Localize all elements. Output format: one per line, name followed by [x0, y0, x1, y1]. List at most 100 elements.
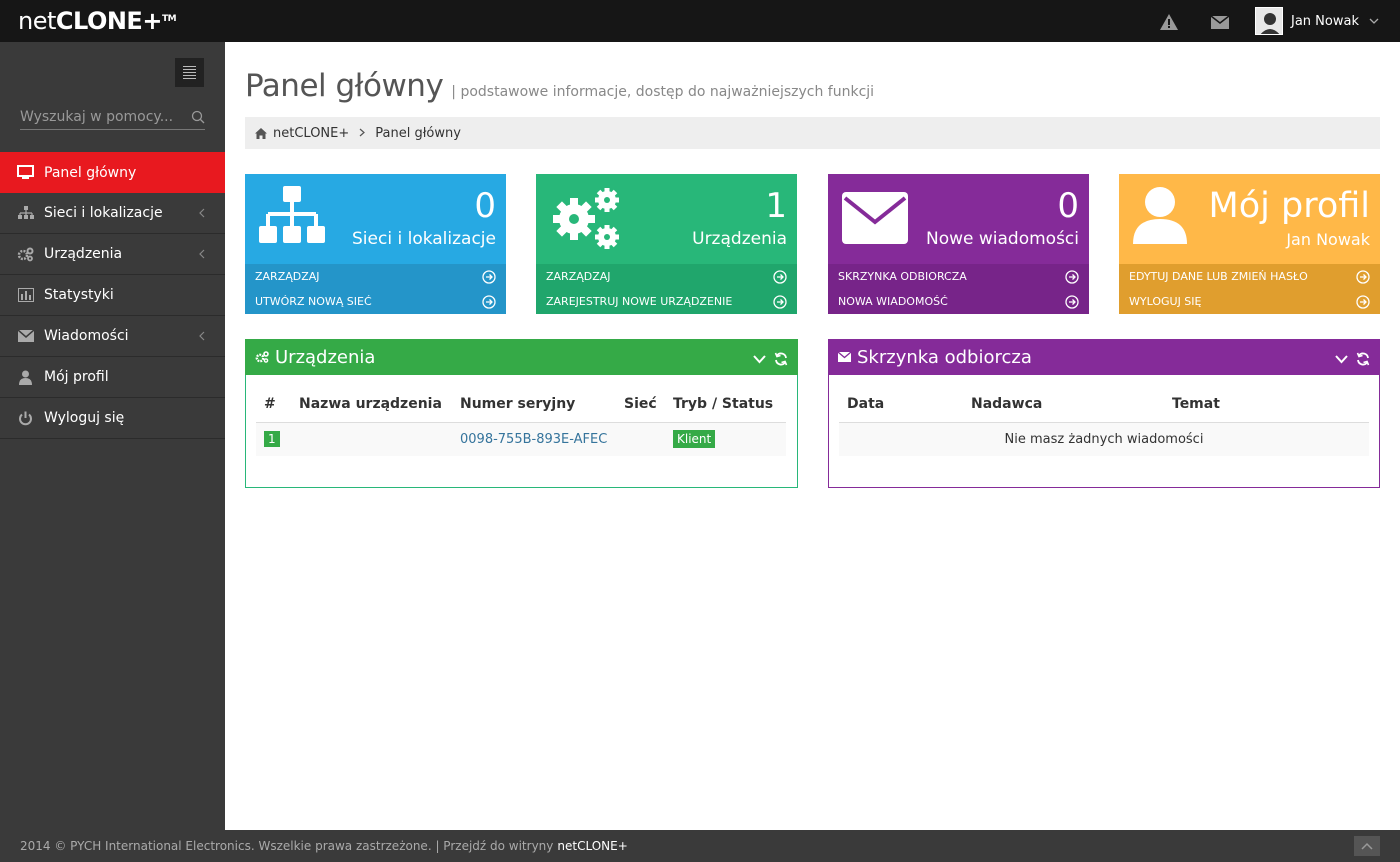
- column-header: Numer seryjny: [452, 387, 616, 423]
- tile-profile-username: Jan Nowak: [1286, 230, 1370, 249]
- manage-devices-link[interactable]: ZARZĄDZAJ: [536, 264, 797, 289]
- sidebar-item-label: Mój profil: [44, 369, 109, 385]
- footer-text: 2014 © PYCH International Electronics. W…: [20, 839, 554, 853]
- cogs-icon: [550, 186, 622, 256]
- column-header: Tryb / Status: [665, 387, 786, 423]
- chevron-left-icon: [199, 206, 205, 222]
- top-bar: netCLONE+TM Jan Nowak: [0, 0, 1400, 42]
- column-header: Temat: [1164, 387, 1369, 423]
- tile-devices-count: 1: [765, 186, 787, 226]
- warning-icon[interactable]: [1158, 11, 1180, 33]
- sidebar-item-profile[interactable]: Mój profil: [0, 357, 225, 398]
- inbox-panel-header: Skrzynka odbiorcza: [828, 339, 1380, 375]
- chevron-left-icon: [199, 247, 205, 263]
- breadcrumb-home-link[interactable]: netCLONE+: [273, 126, 349, 141]
- tile-profile: Mój profil Jan Nowak EDYTUJ DANE LUB ZMI…: [1119, 174, 1380, 314]
- user-icon: [17, 369, 34, 386]
- sidebar-nav: Panel główny Sieci i lokalizacje Urządze…: [0, 152, 233, 439]
- arrow-circle-right-icon: [773, 294, 787, 309]
- cogs-icon: [255, 351, 269, 363]
- breadcrumb-current: Panel główny: [375, 125, 461, 141]
- arrow-circle-right-icon: [773, 269, 787, 284]
- main-content: Panel główny | podstawowe informacje, do…: [225, 42, 1400, 830]
- inbox-panel-title: Skrzynka odbiorcza: [857, 346, 1032, 368]
- breadcrumb: netCLONE+ Panel główny: [245, 117, 1380, 149]
- avatar: [1255, 7, 1283, 35]
- tile-networks: 0 Sieci i lokalizacje ZARZĄDZAJ UTWÓRZ N…: [245, 174, 506, 314]
- sidebar-item-devices[interactable]: Urządzenia: [0, 234, 225, 275]
- devices-panel: Urządzenia # Nazwa urządzenia Numer sery…: [245, 339, 798, 488]
- inbox-table: Data Nadawca Temat Nie masz żadnych wiad…: [839, 387, 1369, 456]
- column-header: Nazwa urządzenia: [291, 387, 452, 423]
- arrow-circle-right-icon: [482, 294, 496, 309]
- inbox-panel: Skrzynka odbiorcza Data Nadawca Temat Ni…: [828, 339, 1380, 488]
- user-name: Jan Nowak: [1291, 13, 1359, 29]
- envelope-icon: [17, 328, 34, 345]
- arrow-circle-right-icon: [1065, 269, 1079, 284]
- sidebar-item-messages[interactable]: Wiadomości: [0, 316, 225, 357]
- column-header: #: [256, 387, 291, 423]
- tile-profile-title: Mój profil: [1208, 186, 1370, 226]
- tile-messages-count: 0: [1057, 186, 1079, 226]
- sidebar: Panel główny Sieci i lokalizacje Urządze…: [0, 42, 233, 830]
- search-icon[interactable]: [191, 110, 205, 124]
- help-search-input[interactable]: [20, 106, 180, 128]
- user-menu[interactable]: Jan Nowak: [1255, 6, 1379, 36]
- sidebar-item-label: Wyloguj się: [44, 410, 125, 426]
- devices-table: # Nazwa urządzenia Numer seryjny Sieć Tr…: [256, 387, 786, 456]
- tile-devices-label: Urządzenia: [692, 229, 787, 249]
- refresh-icon[interactable]: [1356, 350, 1370, 371]
- page-subtitle: | podstawowe informacje, dostęp do najwa…: [451, 84, 875, 100]
- chevron-left-icon: [199, 329, 205, 345]
- sitemap-icon: [259, 186, 325, 248]
- sidebar-toggle-button[interactable]: [175, 58, 204, 87]
- chevron-down-icon: [1369, 14, 1379, 29]
- new-message-link[interactable]: NOWA WIADOMOŚĆ: [828, 289, 1089, 314]
- table-row[interactable]: 1 0098-755B-893E-AFEC Klient: [256, 422, 786, 456]
- arrow-circle-right-icon: [1065, 294, 1079, 309]
- devices-panel-title: Urządzenia: [275, 346, 376, 368]
- device-network: [616, 422, 665, 456]
- empty-message: Nie masz żadnych wiadomości: [839, 422, 1369, 456]
- device-serial-link[interactable]: 0098-755B-893E-AFEC: [460, 432, 607, 447]
- monitor-icon: [17, 164, 34, 181]
- page-title: Panel główny | podstawowe informacje, do…: [245, 68, 874, 104]
- inbox-link[interactable]: SKRZYNKA ODBIORCZA: [828, 264, 1089, 289]
- sidebar-item-networks[interactable]: Sieci i lokalizacje: [0, 193, 225, 234]
- user-icon: [1133, 186, 1187, 248]
- tile-devices: 1 Urządzenia ZARZĄDZAJ ZAREJESTRUJ NOWE …: [536, 174, 797, 314]
- logout-link[interactable]: WYLOGUJ SIĘ: [1119, 289, 1380, 314]
- manage-networks-link[interactable]: ZARZĄDZAJ: [245, 264, 506, 289]
- cogs-icon: [17, 246, 34, 263]
- home-icon[interactable]: [255, 127, 267, 139]
- sidebar-item-logout[interactable]: Wyloguj się: [0, 398, 225, 439]
- footer: 2014 © PYCH International Electronics. W…: [0, 830, 1400, 862]
- devices-panel-header: Urządzenia: [245, 339, 798, 375]
- register-device-link[interactable]: ZAREJESTRUJ NOWE URZĄDZENIE: [536, 289, 797, 314]
- collapse-icon[interactable]: [753, 350, 766, 371]
- sidebar-item-label: Urządzenia: [44, 246, 123, 262]
- sidebar-item-statistics[interactable]: Statystyki: [0, 275, 225, 316]
- help-search: [20, 106, 205, 130]
- arrow-circle-right-icon: [1356, 269, 1370, 284]
- power-icon: [17, 410, 34, 427]
- envelope-icon: [838, 352, 851, 362]
- refresh-icon[interactable]: [774, 350, 788, 371]
- collapse-icon[interactable]: [1335, 350, 1348, 371]
- page-title-text: Panel główny: [245, 68, 444, 104]
- sidebar-item-label: Panel główny: [44, 164, 137, 181]
- logo[interactable]: netCLONE+TM: [18, 6, 177, 36]
- arrow-circle-right-icon: [1356, 294, 1370, 309]
- footer-site-link[interactable]: netCLONE+: [557, 839, 627, 853]
- edit-profile-link[interactable]: EDYTUJ DANE LUB ZMIEŃ HASŁO: [1119, 264, 1380, 289]
- tile-messages-label: Nowe wiadomości: [925, 229, 1079, 249]
- status-badge: Klient: [673, 429, 716, 448]
- scroll-top-button[interactable]: [1354, 836, 1380, 856]
- chevron-up-icon: [1361, 842, 1373, 850]
- envelope-icon[interactable]: [1209, 11, 1231, 33]
- sidebar-item-label: Wiadomości: [44, 328, 129, 344]
- tile-messages: 0 Nowe wiadomości SKRZYNKA ODBIORCZA NOW…: [828, 174, 1089, 314]
- sidebar-item-dashboard[interactable]: Panel główny: [0, 152, 233, 193]
- create-network-link[interactable]: UTWÓRZ NOWĄ SIEĆ: [245, 289, 506, 314]
- sidebar-item-label: Statystyki: [44, 287, 114, 303]
